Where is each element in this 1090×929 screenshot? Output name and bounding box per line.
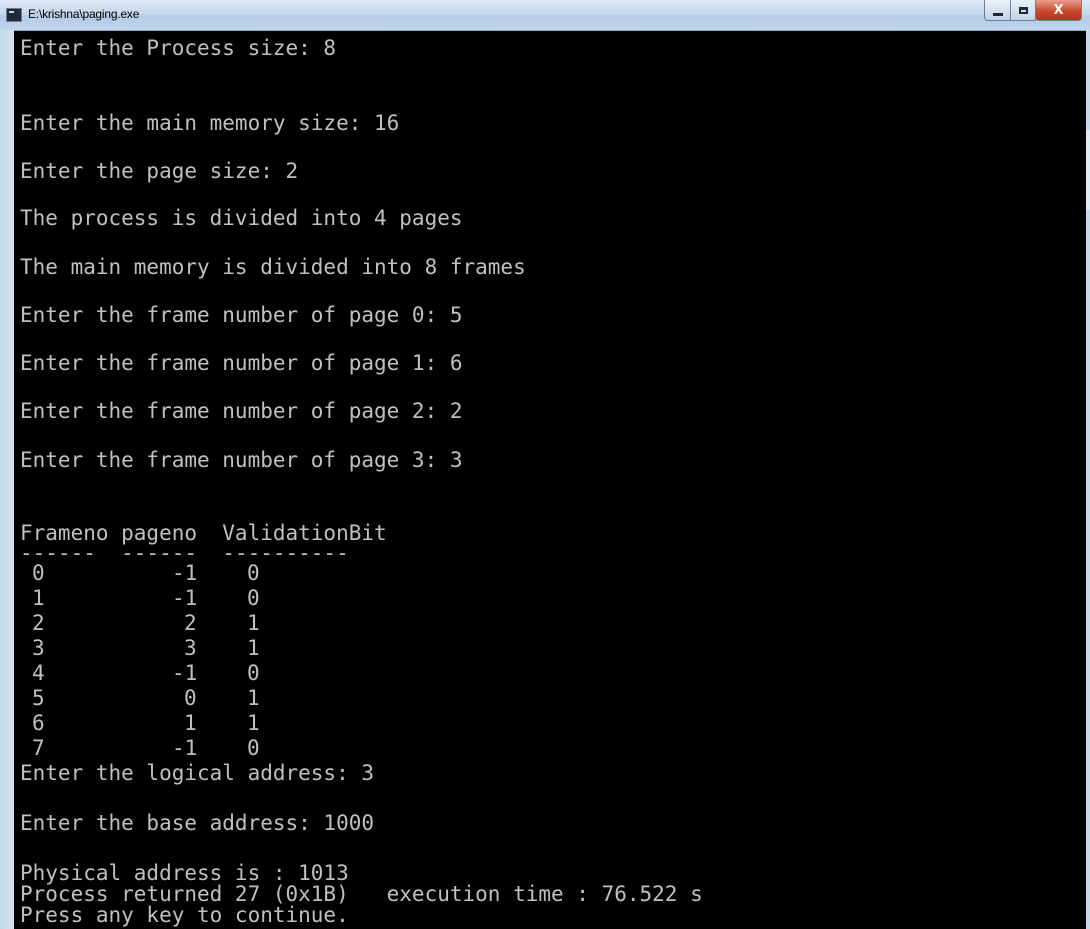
valid-cell: 1 [247, 611, 260, 635]
table-row: 3 3 1 [20, 636, 260, 660]
output-line: Press any key to continue. [20, 903, 349, 927]
frame-cell: 6 [32, 711, 45, 735]
output-line: Enter the frame number of page 1: 6 [20, 351, 463, 375]
output-line: Enter the logical address: 3 [20, 761, 375, 785]
table-row: 7 -1 0 [20, 736, 260, 760]
output-line: Enter the frame number of page 3: 3 [20, 448, 463, 472]
valid-cell: 1 [247, 636, 260, 660]
page-cell: 2 [184, 611, 197, 635]
output-line: Enter the frame number of page 2: 2 [20, 399, 463, 423]
output-line: The process is divided into 4 pages [20, 206, 463, 230]
page-cell: 1 [184, 711, 197, 735]
valid-cell: 0 [247, 661, 260, 685]
table-divider: ------ ------ ---------- [20, 541, 349, 565]
minimize-icon [992, 12, 1003, 16]
page-cell: 3 [184, 636, 197, 660]
valid-cell: 0 [247, 586, 260, 610]
valid-cell: 1 [247, 711, 260, 735]
frame-cell: 5 [32, 686, 45, 710]
page-cell: -1 [172, 586, 198, 610]
output-line: Enter the frame number of page 0: 5 [20, 303, 463, 327]
window-title: E:\krishna\paging.exe [28, 7, 140, 21]
table-row: 0 -1 0 [20, 561, 260, 585]
title-bar[interactable]: E:\krishna\paging.exe X [0, 0, 1090, 31]
valid-cell: 0 [247, 561, 260, 585]
console-app-icon[interactable] [6, 8, 22, 22]
output-line: The main memory is divided into 8 frames [20, 255, 526, 279]
frame-cell: 1 [32, 586, 45, 610]
output-line: Enter the page size: 2 [20, 159, 299, 183]
frame-cell: 2 [32, 611, 45, 635]
valid-cell: 0 [247, 736, 260, 760]
table-row: 2 2 1 [20, 611, 260, 635]
maximize-icon [1018, 6, 1028, 14]
close-icon: X [1053, 2, 1064, 18]
console-output: Enter the Process size: 8 Enter the main… [14, 31, 1086, 929]
page-cell: -1 [172, 661, 198, 685]
frame-cell: 7 [32, 736, 45, 760]
valid-cell: 1 [247, 686, 260, 710]
close-button[interactable]: X [1035, 0, 1082, 21]
frame-cell: 4 [32, 661, 45, 685]
table-row: 4 -1 0 [20, 661, 260, 685]
output-line: Enter the base address: 1000 [20, 811, 375, 835]
page-cell: 0 [184, 686, 197, 710]
window-left-border [0, 30, 15, 929]
frame-cell: 3 [32, 636, 45, 660]
table-row: 5 0 1 [20, 686, 260, 710]
page-cell: -1 [172, 561, 198, 585]
page-cell: -1 [172, 736, 198, 760]
minimize-button[interactable] [984, 0, 1011, 21]
output-line: Enter the Process size: 8 [20, 36, 337, 60]
frame-cell: 0 [32, 561, 45, 585]
table-row: 1 -1 0 [20, 586, 260, 610]
maximize-button[interactable] [1010, 0, 1036, 21]
console-window: E:\krishna\paging.exe X Enter the Proces… [0, 0, 1090, 929]
vertical-scrollbar[interactable] [1085, 30, 1090, 929]
output-line: Enter the main memory size: 16 [20, 111, 400, 135]
table-row: 6 1 1 [20, 711, 260, 735]
